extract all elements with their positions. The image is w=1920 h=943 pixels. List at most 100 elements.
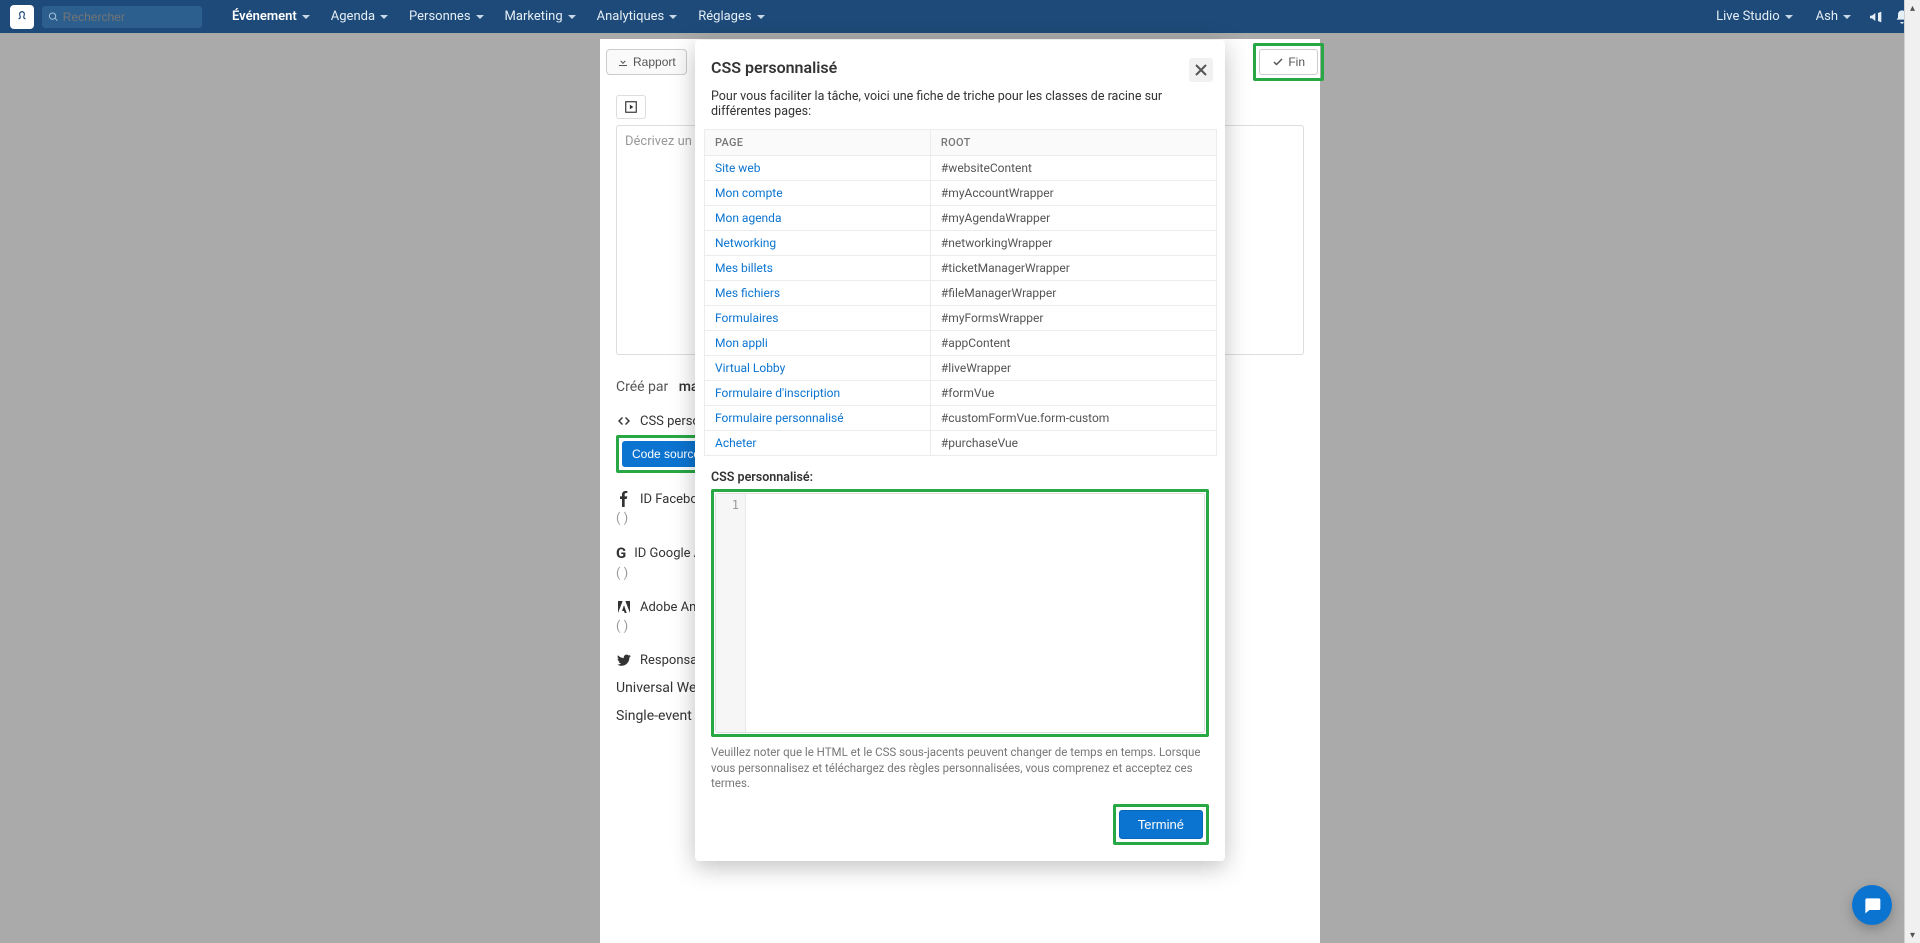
table-row: Acheter #purchaseVue bbox=[705, 431, 1217, 456]
chevron-down-icon bbox=[475, 12, 485, 22]
close-icon bbox=[1195, 64, 1207, 76]
scroll-up-icon[interactable]: ▴ bbox=[1905, 0, 1920, 16]
page-link[interactable]: Mon agenda bbox=[715, 211, 781, 225]
table-row: Mes fichiers #fileManagerWrapper bbox=[705, 281, 1217, 306]
play-icon bbox=[624, 100, 638, 114]
nav-label: Ash bbox=[1816, 9, 1838, 24]
nav-agenda[interactable]: Agenda bbox=[323, 0, 397, 33]
table-row: Site web #websiteContent bbox=[705, 156, 1217, 181]
root-class-cell: #myFormsWrapper bbox=[930, 306, 1216, 331]
th-root: ROOT bbox=[930, 130, 1216, 156]
fin-button[interactable]: Fin bbox=[1259, 49, 1318, 75]
root-class-cell: #myAgendaWrapper bbox=[930, 206, 1216, 231]
editor-gutter: 1 bbox=[716, 494, 746, 732]
modal-disclaimer: Veuillez noter que le HTML et le CSS sou… bbox=[711, 745, 1209, 792]
scroll-down-icon[interactable]: ▾ bbox=[1905, 927, 1920, 943]
fin-label: Fin bbox=[1288, 55, 1305, 69]
code-icon bbox=[616, 413, 632, 429]
intercom-chat-button[interactable] bbox=[1852, 885, 1892, 925]
chevron-down-icon bbox=[756, 12, 766, 22]
facebook-icon bbox=[616, 491, 632, 507]
topbar-right: Live Studio Ash bbox=[1710, 0, 1910, 33]
check-icon bbox=[1272, 56, 1284, 68]
root-class-cell: #myAccountWrapper bbox=[930, 181, 1216, 206]
root-class-cell: #formVue bbox=[930, 381, 1216, 406]
nav-label: Événement bbox=[232, 9, 297, 24]
root-class-cell: #networkingWrapper bbox=[930, 231, 1216, 256]
chevron-down-icon bbox=[379, 12, 389, 22]
page-link[interactable]: Acheter bbox=[715, 436, 756, 450]
css-modal: CSS personnalisé Pour vous faciliter la … bbox=[695, 40, 1225, 861]
chevron-down-icon bbox=[567, 12, 577, 22]
fin-button-highlight: Fin bbox=[1253, 43, 1324, 81]
table-row: Networking #networkingWrapper bbox=[705, 231, 1217, 256]
app-logo[interactable] bbox=[10, 5, 34, 29]
table-row: Mes billets #ticketManagerWrapper bbox=[705, 256, 1217, 281]
nav-label: Personnes bbox=[409, 9, 471, 24]
nav-evenement[interactable]: Événement bbox=[224, 0, 319, 33]
table-row: Mon compte #myAccountWrapper bbox=[705, 181, 1217, 206]
css-editor: 1 bbox=[715, 493, 1205, 733]
th-page: PAGE bbox=[705, 130, 931, 156]
done-button[interactable]: Terminé bbox=[1119, 810, 1203, 839]
page-link[interactable]: Formulaires bbox=[715, 311, 778, 325]
nav-label: Marketing bbox=[505, 9, 563, 24]
root-class-cell: #websiteContent bbox=[930, 156, 1216, 181]
table-row: Formulaire d'inscription #formVue bbox=[705, 381, 1217, 406]
nav-label: Agenda bbox=[331, 9, 375, 24]
table-row: Mon agenda #myAgendaWrapper bbox=[705, 206, 1217, 231]
page-link[interactable]: Site web bbox=[715, 161, 760, 175]
chat-icon bbox=[1862, 895, 1882, 915]
nav-user[interactable]: Ash bbox=[1810, 0, 1858, 33]
page-link[interactable]: Mes fichiers bbox=[715, 286, 780, 300]
chevron-down-icon bbox=[1784, 12, 1794, 22]
modal-title: CSS personnalisé bbox=[711, 58, 1209, 77]
page-link[interactable]: Networking bbox=[715, 236, 776, 250]
download-icon bbox=[617, 56, 629, 68]
nav-label: Réglages bbox=[698, 9, 751, 24]
root-class-cell: #purchaseVue bbox=[930, 431, 1216, 456]
root-class-cell: #ticketManagerWrapper bbox=[930, 256, 1216, 281]
search-input[interactable] bbox=[63, 10, 196, 24]
main-nav: Événement Agenda Personnes Marketing Ana… bbox=[224, 0, 774, 33]
browser-scrollbar[interactable]: ▴ ▾ bbox=[1904, 0, 1920, 943]
root-class-table: PAGE ROOT Site web#websiteContentMon com… bbox=[704, 129, 1217, 456]
page-link[interactable]: Mon compte bbox=[715, 186, 783, 200]
megaphone-icon[interactable] bbox=[1868, 9, 1884, 25]
page-link[interactable]: Mon appli bbox=[715, 336, 768, 350]
css-editor-highlight: 1 bbox=[711, 489, 1209, 737]
nav-label: Live Studio bbox=[1716, 9, 1780, 24]
search-input-wrap[interactable] bbox=[42, 6, 202, 28]
page-link[interactable]: Formulaire d'inscription bbox=[715, 386, 840, 400]
gutter-line-1: 1 bbox=[732, 498, 739, 512]
google-icon: G bbox=[616, 544, 626, 562]
root-class-cell: #appContent bbox=[930, 331, 1216, 356]
nav-live-studio[interactable]: Live Studio bbox=[1710, 0, 1800, 33]
page-link[interactable]: Virtual Lobby bbox=[715, 361, 785, 375]
root-class-cell: #customFormVue.form-custom bbox=[930, 406, 1216, 431]
nav-analytiques[interactable]: Analytiques bbox=[589, 0, 687, 33]
table-row: Formulaire personnalisé #customFormVue.fo… bbox=[705, 406, 1217, 431]
nav-marketing[interactable]: Marketing bbox=[497, 0, 585, 33]
rapport-button[interactable]: Rapport bbox=[606, 49, 687, 75]
root-class-cell: #fileManagerWrapper bbox=[930, 281, 1216, 306]
table-row: Mon appli #appContent bbox=[705, 331, 1217, 356]
css-editor-textarea[interactable] bbox=[746, 494, 1204, 732]
search-icon bbox=[48, 11, 59, 23]
root-class-cell: #liveWrapper bbox=[930, 356, 1216, 381]
adobe-icon bbox=[616, 599, 632, 615]
page-link[interactable]: Formulaire personnalisé bbox=[715, 411, 844, 425]
table-row: Formulaires #myFormsWrapper bbox=[705, 306, 1217, 331]
close-button[interactable] bbox=[1189, 58, 1213, 82]
css-editor-label: CSS personnalisé: bbox=[711, 470, 1209, 485]
page-link[interactable]: Mes billets bbox=[715, 261, 773, 275]
nav-label: Analytiques bbox=[597, 9, 665, 24]
nav-personnes[interactable]: Personnes bbox=[401, 0, 493, 33]
chevron-down-icon bbox=[1842, 12, 1852, 22]
nav-reglages[interactable]: Réglages bbox=[690, 0, 773, 33]
modal-intro: Pour vous faciliter la tâche, voici une … bbox=[711, 89, 1209, 119]
video-slot[interactable] bbox=[616, 95, 646, 119]
squirrel-icon bbox=[15, 10, 29, 24]
chevron-down-icon bbox=[301, 12, 311, 22]
topbar: Événement Agenda Personnes Marketing Ana… bbox=[0, 0, 1920, 33]
